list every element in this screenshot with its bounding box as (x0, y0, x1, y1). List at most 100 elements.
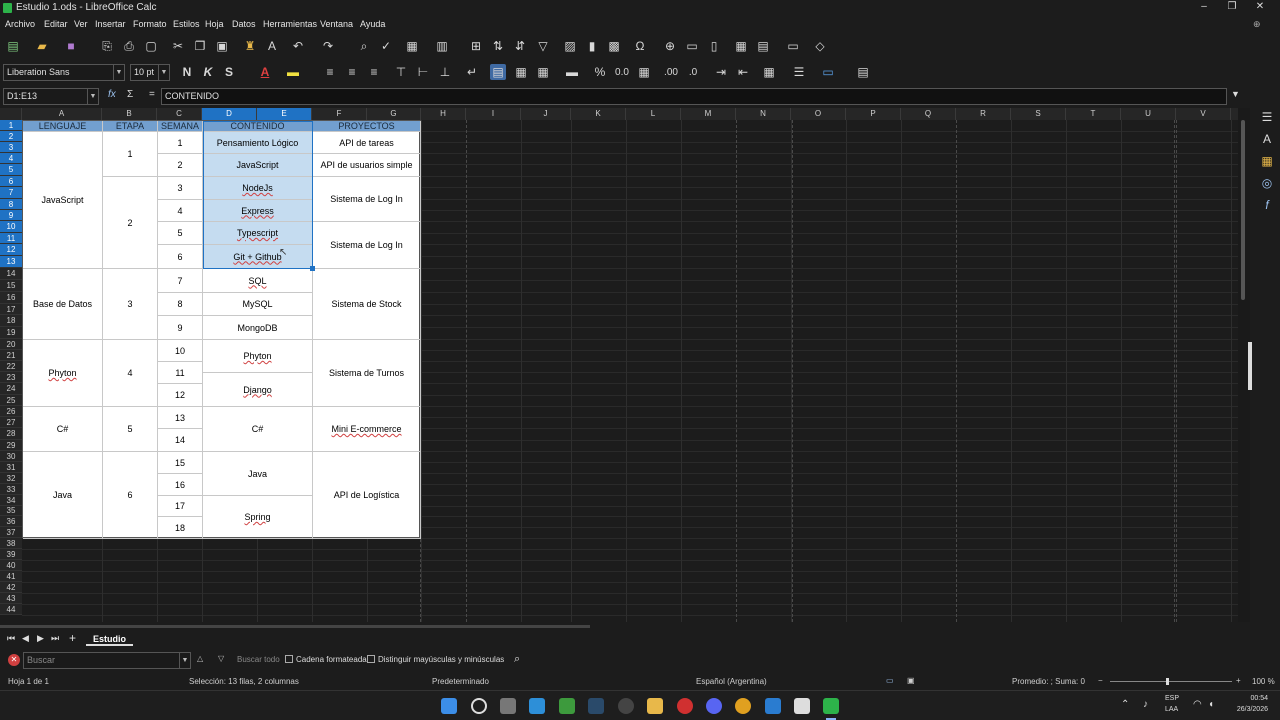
shadow-button[interactable]: S (221, 64, 237, 80)
cell-semana[interactable]: 6 (158, 245, 203, 269)
cell-contenido[interactable]: NodeJs (203, 177, 313, 200)
clock-date[interactable]: 26/3/2026 (1226, 706, 1268, 713)
cell-semana[interactable]: 9 (158, 316, 203, 340)
cell-etapa-6[interactable]: 6 (103, 452, 158, 539)
cell-contenido[interactable]: C# (203, 407, 313, 452)
freeze-icon[interactable]: ▤ (755, 38, 771, 54)
row-header[interactable]: 9 (0, 210, 22, 221)
cell-semana[interactable]: 2 (158, 154, 203, 177)
notepad-icon[interactable] (794, 698, 810, 714)
image-icon[interactable]: ▨ (562, 38, 578, 54)
zoom-slider[interactable] (1110, 681, 1232, 682)
column-header-d[interactable]: D (202, 108, 257, 120)
column-header-s[interactable]: S (1011, 108, 1066, 120)
sort-desc-icon[interactable]: ⇵ (512, 38, 528, 54)
header-semana[interactable]: SEMANA (158, 121, 203, 132)
file-explorer-icon[interactable] (647, 698, 663, 714)
first-sheet-icon[interactable]: ⏮ (7, 633, 15, 644)
column-header-q[interactable]: Q (901, 108, 956, 120)
align-left-icon[interactable]: ≡ (322, 64, 338, 80)
volume-icon[interactable]: ◖ (1208, 699, 1214, 710)
column-header-f[interactable]: F (312, 108, 367, 120)
row-header[interactable]: 2 (0, 131, 22, 142)
cell-etapa-1[interactable]: 1 (103, 132, 158, 177)
row-header[interactable]: 25 (0, 395, 22, 406)
cell-contenido[interactable]: Pensamiento Lógico (203, 132, 313, 154)
cell-etapa-4[interactable]: 4 (103, 340, 158, 407)
row-header[interactable]: 40 (0, 560, 22, 571)
zoom-out-icon[interactable]: − (1098, 676, 1103, 685)
align-bottom-icon[interactable]: ⊥ (437, 64, 453, 80)
row-header[interactable]: 18 (0, 315, 22, 327)
close-button[interactable]: ✕ (1250, 1, 1270, 12)
chevron-down-icon[interactable]: ▼ (113, 65, 124, 80)
menu-herramientas[interactable]: Herramientas (263, 19, 317, 29)
row-header[interactable]: 12 (0, 244, 22, 256)
row-header[interactable]: 16 (0, 292, 22, 304)
cell-semana[interactable]: 15 (158, 452, 203, 474)
next-sheet-icon[interactable]: ▶ (37, 633, 44, 644)
horizontal-scrollbar[interactable] (0, 622, 1238, 630)
print-icon[interactable]: ⎙ (121, 38, 137, 54)
row-header[interactable]: 20 (0, 339, 22, 350)
row-header[interactable]: 35 (0, 506, 22, 516)
highlight-icon[interactable]: ▬ (285, 64, 301, 80)
add-decimal-icon[interactable]: .00 (663, 64, 679, 80)
cell-semana[interactable]: 5 (158, 222, 203, 245)
column-header-l[interactable]: L (626, 108, 681, 120)
row-header[interactable]: 38 (0, 538, 22, 549)
header-proyectos[interactable]: PROYECTOS (313, 121, 421, 132)
find-input[interactable]: Buscar ▼ (23, 652, 191, 669)
column-header-k[interactable]: K (571, 108, 626, 120)
header-contenido[interactable]: CONTENIDO (203, 121, 313, 132)
row-header[interactable]: 31 (0, 462, 22, 473)
cell-proyecto[interactable]: API de tareas (313, 132, 421, 154)
row-header[interactable]: 33 (0, 484, 22, 495)
properties-icon[interactable]: A (1259, 132, 1275, 148)
row-header[interactable]: 10 (0, 221, 22, 233)
cell-contenido[interactable]: MySQL (203, 293, 313, 316)
column-header-e[interactable]: E (257, 108, 312, 120)
row-header[interactable]: 1 (0, 120, 22, 131)
menu-ver[interactable]: Ver (74, 19, 88, 29)
redo-icon[interactable]: ↷ (320, 38, 336, 54)
undo-icon[interactable]: ↶ (290, 38, 306, 54)
cell-semana[interactable]: 12 (158, 384, 203, 407)
keyboard-layout[interactable]: LAA (1165, 706, 1178, 713)
cut-icon[interactable]: ✂ (170, 38, 186, 54)
font-name-box[interactable]: Liberation Sans ▼ (3, 64, 125, 81)
cell-proyecto[interactable]: Sistema de Log In (313, 177, 421, 222)
row-header[interactable]: 37 (0, 527, 22, 538)
align-top-icon[interactable]: ⊤ (393, 64, 409, 80)
row-header[interactable]: 6 (0, 176, 22, 187)
cell-semana[interactable]: 14 (158, 429, 203, 452)
menu-datos[interactable]: Datos (232, 19, 256, 29)
column-header-u[interactable]: U (1121, 108, 1176, 120)
find-replace-icon[interactable]: ⌕ (356, 38, 372, 54)
maximize-button[interactable]: ❐ (1222, 1, 1242, 12)
row-header[interactable]: 5 (0, 164, 22, 176)
border-style-icon[interactable]: ☰ (791, 64, 807, 80)
row-header[interactable]: 26 (0, 406, 22, 417)
last-sheet-icon[interactable]: ⏭ (51, 633, 59, 644)
row-header[interactable]: 14 (0, 268, 22, 280)
add-sheet-icon[interactable]: + (69, 631, 76, 645)
cell-contenido[interactable]: Spring (203, 496, 313, 539)
print-preview-icon[interactable]: ▢ (143, 38, 159, 54)
cell-semana[interactable]: 4 (158, 200, 203, 222)
find-replace-dialog-icon[interactable]: ⌕ (514, 653, 520, 666)
document-language[interactable]: Español (Argentina) (696, 677, 767, 686)
cell-contenido[interactable]: SQL (203, 269, 313, 293)
row-header[interactable]: 36 (0, 516, 22, 527)
sum-average-info[interactable]: Promedio: ; Suma: 0 (1012, 677, 1085, 686)
libreoffice-calc-icon[interactable] (823, 698, 839, 714)
header-lenguaje[interactable]: LENGUAJE (23, 121, 103, 132)
export-pdf-icon[interactable]: ⎘ (99, 38, 115, 54)
clock-time[interactable]: 00:54 (1232, 695, 1268, 702)
column-header-o[interactable]: O (791, 108, 846, 120)
cell-area[interactable]: LENGUAJE ETAPA SEMANA CONTENIDO PROYECTO… (22, 120, 1238, 622)
column-header-m[interactable]: M (681, 108, 736, 120)
row-header[interactable]: 22 (0, 361, 22, 372)
borders-icon[interactable]: ▦ (761, 64, 777, 80)
function-wizard-icon[interactable]: fx (108, 89, 116, 100)
